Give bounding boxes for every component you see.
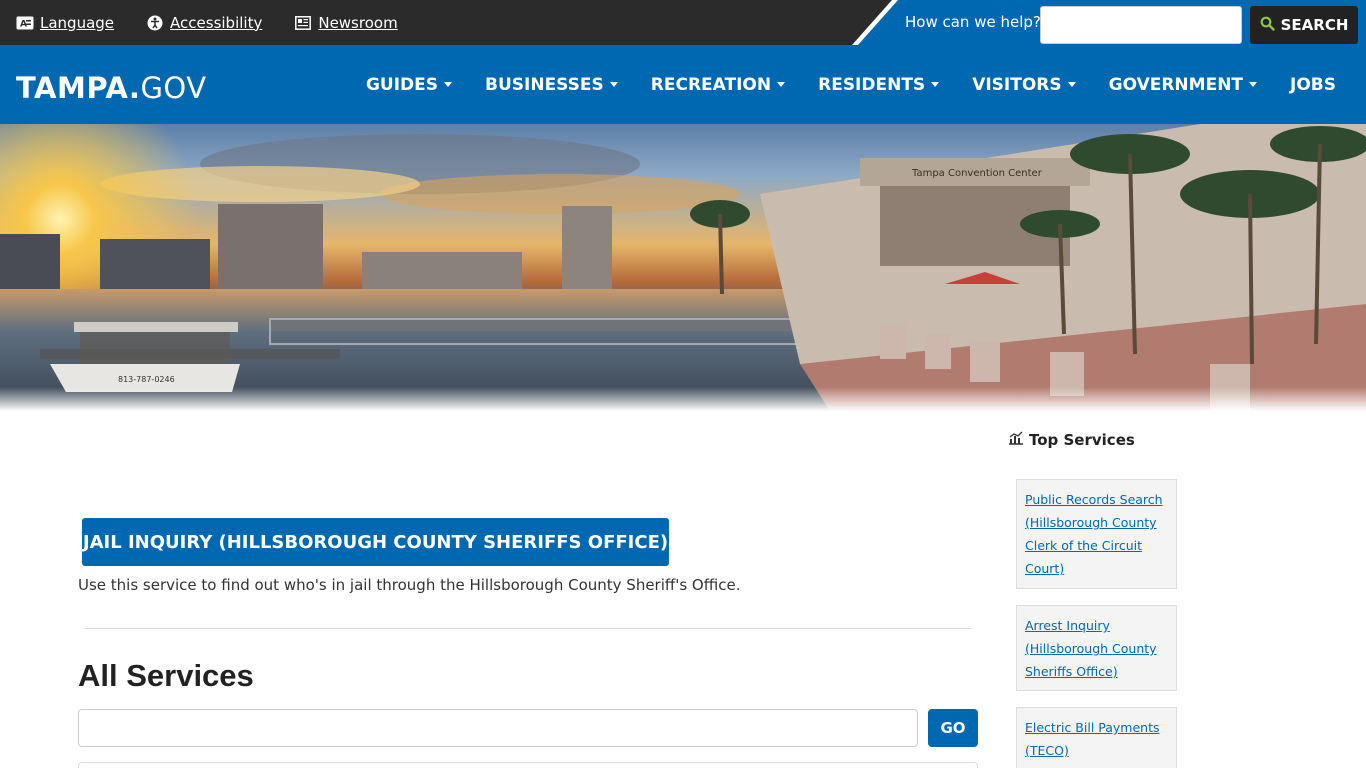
hero-scene: 813-787-0246 Tampa Convention Center (0, 124, 1366, 411)
top-service-card: Electric Bill Payments (TECO) (1016, 707, 1177, 768)
services-search-input[interactable] (78, 709, 918, 747)
link-line: Clerk of the Circuit (1025, 538, 1142, 553)
convention-center-sign: Tampa Convention Center (911, 168, 1043, 179)
content-divider (85, 628, 971, 629)
nav-item-label: RESIDENTS (818, 74, 926, 95)
nav-item-label: JOBS (1290, 74, 1336, 95)
jail-inquiry-description: Use this service to find out who's in ja… (78, 576, 741, 594)
accessibility-label: Accessibility (170, 13, 263, 32)
language-icon: A (16, 15, 34, 31)
nav-item-label: GOVERNMENT (1108, 74, 1244, 95)
language-link[interactable]: A Language (16, 14, 114, 32)
logo-rest: GOV (140, 71, 207, 105)
search-button-label: SEARCH (1280, 16, 1349, 34)
top-services-heading: Top Services (1008, 431, 1135, 449)
nav-item-guides[interactable]: GUIDES (365, 74, 453, 95)
newsroom-link[interactable]: Newsroom (294, 13, 398, 32)
chart-icon (1008, 431, 1024, 449)
accessibility-icon (146, 15, 164, 31)
public-records-search-link[interactable]: Public Records Search (Hillsborough Coun… (1025, 488, 1168, 580)
top-service-card: Public Records Search (Hillsborough Coun… (1016, 479, 1177, 589)
nav-item-jobs[interactable]: JOBS (1290, 75, 1336, 95)
link-line: (TECO) (1025, 743, 1069, 758)
go-button[interactable]: GO (928, 709, 978, 747)
all-services-heading: All Services (78, 658, 254, 693)
nav-item-label: VISITORS (972, 74, 1062, 95)
hero-fade (0, 387, 1366, 411)
nav-item-label: GUIDES (365, 74, 439, 95)
nav-item-recreation[interactable]: RECREATION (650, 74, 786, 95)
link-line: (Hillsborough County (1025, 515, 1157, 530)
hero-image: 813-787-0246 Tampa Convention Center (0, 124, 1366, 411)
link-line: Arrest Inquiry (1025, 618, 1110, 633)
accessibility-link[interactable]: Accessibility (146, 14, 262, 32)
site-search-input[interactable] (1040, 6, 1242, 44)
caret-down-icon (1249, 82, 1258, 87)
link-line: (Hillsborough County (1025, 641, 1157, 656)
help-label: How can we help? (905, 13, 1041, 31)
nav-items: GUIDES BUSINESSES RECREATION RESIDENTS V… (366, 45, 1336, 124)
top-service-card: Arrest Inquiry (Hillsborough County Sher… (1016, 605, 1177, 691)
caret-down-icon (1067, 82, 1076, 87)
caret-down-icon (777, 82, 786, 87)
nav-item-label: RECREATION (650, 74, 772, 95)
boat-number: 813-787-0246 (118, 375, 175, 384)
caret-down-icon (931, 82, 940, 87)
utility-links: A Language Accessibility Newsroom (16, 0, 398, 45)
caret-down-icon (444, 82, 453, 87)
language-label: Language (40, 13, 115, 32)
link-line: Court) (1025, 561, 1065, 576)
nav-item-businesses[interactable]: BUSINESSES (485, 75, 618, 95)
jail-inquiry-button[interactable]: JAIL INQUIRY (HILLSBOROUGH COUNTY SHERIF… (82, 518, 669, 566)
search-button[interactable]: SEARCH (1250, 6, 1358, 44)
arrest-inquiry-link[interactable]: Arrest Inquiry (Hillsborough County Sher… (1025, 614, 1168, 683)
link-line: Electric Bill Payments (1025, 720, 1160, 735)
services-list (78, 762, 978, 768)
nav-item-residents[interactable]: RESIDENTS (818, 74, 940, 95)
electric-bill-payments-link[interactable]: Electric Bill Payments (TECO) (1025, 716, 1168, 762)
site-logo[interactable]: TAMPA.GOV (16, 71, 207, 105)
utility-bar: A Language Accessibility Newsroom How ca… (0, 0, 1366, 45)
nav-item-label: BUSINESSES (485, 74, 604, 95)
nav-item-government[interactable]: GOVERNMENT (1108, 74, 1258, 95)
link-line: Public Records Search (1025, 492, 1163, 507)
logo-bold: TAMPA. (16, 71, 141, 105)
caret-down-icon (609, 82, 618, 87)
nav-item-visitors[interactable]: VISITORS (972, 74, 1076, 95)
main-nav: TAMPA.GOV GUIDES BUSINESSES RECREATION R… (0, 45, 1366, 124)
newspaper-icon (294, 15, 312, 31)
search-icon (1260, 16, 1275, 35)
svg-text:A: A (20, 19, 27, 29)
newsroom-label: Newsroom (318, 13, 398, 32)
top-services-label: Top Services (1029, 431, 1135, 449)
link-line: Sheriffs Office) (1025, 664, 1118, 679)
